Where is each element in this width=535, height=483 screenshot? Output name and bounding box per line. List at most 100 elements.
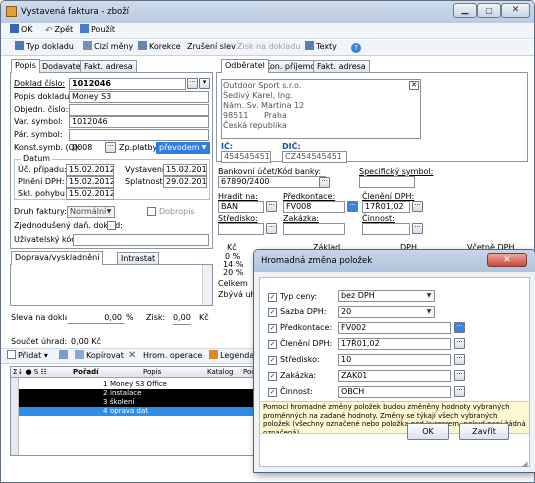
simplified-checkbox[interactable] [107, 221, 116, 230]
field-stredisko-lookup[interactable]: ··· [454, 354, 465, 365]
field-sazba-select[interactable]: 20 ▼ [338, 306, 435, 318]
dialog-close-button[interactable]: ✕ [487, 253, 527, 267]
field-predkont-lookup[interactable]: ··· [454, 322, 465, 333]
app-icon [6, 6, 17, 17]
edit-item-button[interactable] [59, 349, 70, 363]
foreign-currency-button[interactable]: Cizí měny [83, 40, 133, 54]
uc-date-input[interactable]: 15.02.2012 [66, 164, 114, 176]
predkont-input[interactable]: FV008 [283, 201, 345, 213]
ok-label: OK [21, 25, 33, 34]
payment-select[interactable]: převodem ▼ [156, 142, 210, 154]
due-date-input[interactable]: 29.02.2012 [163, 176, 207, 188]
texts-button[interactable]: Texty [305, 40, 337, 54]
field-typ-ceny-select[interactable]: bez DPH ▼ [338, 290, 435, 302]
var-symbol-input[interactable]: 1012046 [69, 116, 209, 128]
tab-doprava[interactable]: Doprava/vyskladnění [11, 251, 104, 265]
field-cinnost-checkbox[interactable]: ✓ [268, 388, 277, 397]
cleneni-input[interactable]: 17Ř01,02 [362, 201, 410, 213]
cleneni-lookup[interactable]: ··· [412, 201, 423, 212]
table-row[interactable]: 1 Money S3 Office [11, 380, 255, 389]
discount-input[interactable]: 0,00 [67, 312, 125, 324]
notes-area[interactable] [10, 264, 213, 306]
col-order-header[interactable]: Pořadí [73, 367, 99, 378]
vat-date-input[interactable]: 15.02.2012 [66, 176, 114, 188]
user-code-input[interactable] [73, 234, 209, 246]
table-row[interactable]: 2 instalace [11, 389, 255, 398]
const-symbol-lookup[interactable]: ··· [105, 142, 116, 153]
par-symbol-input[interactable] [69, 129, 209, 141]
cancel-discounts-label: Zrušení slev [187, 42, 236, 51]
field-predkont-input[interactable]: FV002 [338, 322, 451, 334]
field-stredisko-checkbox[interactable]: ✓ [268, 356, 277, 365]
field-zakazka-checkbox[interactable]: ✓ [268, 372, 277, 381]
field-zakazka-input[interactable]: ZAK01 [338, 370, 451, 382]
add-item-button[interactable]: Přidat ▾ [7, 349, 48, 363]
field-typ-ceny-checkbox[interactable]: ✓ [268, 293, 277, 302]
doc-type-button[interactable]: Typ dokladu [15, 40, 74, 54]
field-typ-ceny-value: bez DPH [341, 291, 375, 300]
field-cinnost-lookup[interactable]: ··· [454, 386, 465, 397]
ok-button[interactable]: OK [10, 23, 33, 37]
close-window-button[interactable]: ✕ [501, 3, 530, 18]
specsym-input[interactable] [359, 176, 415, 188]
order-input[interactable] [69, 104, 209, 116]
field-predkont-checkbox[interactable]: ✓ [268, 324, 277, 333]
table-row[interactable]: 4 oprava dat [11, 407, 255, 416]
ic-input[interactable]: 454545451 [221, 151, 271, 163]
help-icon[interactable]: ? [351, 43, 361, 53]
tab-odberatel[interactable]: Odběratel [221, 59, 269, 73]
const-symbol-input[interactable]: 0008 [69, 142, 103, 154]
dic-input[interactable]: CZ454545451 [282, 151, 347, 163]
col-desc-header[interactable]: Popis [143, 367, 161, 378]
field-sazba-checkbox[interactable]: ✓ [268, 308, 277, 317]
resize-grip-icon[interactable]: ◢ [522, 460, 527, 468]
issue-date-input[interactable]: 15.02.2012 [163, 164, 207, 176]
doc-number-menu[interactable]: ··· [187, 78, 198, 89]
doc-number-dropdown[interactable]: ▾ [199, 78, 210, 89]
notes-scrollbar[interactable] [202, 265, 212, 305]
stredisko-input[interactable] [218, 223, 264, 235]
field-zakazka-lookup[interactable]: ··· [454, 370, 465, 381]
cinnost-input[interactable] [362, 223, 410, 235]
hradit-input[interactable]: BAN [218, 201, 264, 213]
bank-lookup[interactable]: ··· [319, 177, 330, 188]
copy-item-button[interactable]: Kopírovat [75, 349, 124, 363]
predkont-lookup[interactable]: ··· [347, 201, 358, 212]
tab-doprava-label: Doprava/vyskladnění [15, 253, 100, 262]
dialog-ok-button[interactable]: OK [407, 423, 449, 440]
minimize-button[interactable]: ▁ [453, 3, 477, 18]
tab-popis[interactable]: Popis [11, 59, 40, 73]
address-clear-button[interactable]: ✕ [409, 81, 419, 90]
profit-button[interactable]: Zisk na dokladu [237, 40, 300, 54]
credit-note-checkbox[interactable] [147, 207, 156, 216]
legend-label: Legenda [220, 351, 255, 360]
table-row[interactable]: 3 školení [11, 398, 255, 407]
field-stredisko-input[interactable]: 10 [338, 354, 451, 366]
apply-button[interactable]: Použít [80, 23, 115, 37]
hradit-lookup[interactable]: ··· [266, 201, 277, 212]
field-cleneni-checkbox[interactable]: ✓ [268, 340, 277, 349]
doc-number-input[interactable]: 1012046 [69, 78, 186, 90]
bulk-ops-button[interactable]: Hrom. operace [143, 349, 202, 363]
col-catalog-header[interactable]: Katalog [207, 367, 233, 378]
delete-item-button[interactable]: ✕ [128, 349, 136, 363]
cinnost-lookup[interactable]: ··· [412, 223, 423, 234]
field-cinnost-input[interactable]: OBCH [338, 386, 451, 398]
cancel-discounts-button[interactable]: Zrušení slev [187, 40, 236, 54]
back-button[interactable]: ↶ Zpět [45, 23, 73, 37]
doc-desc-input[interactable]: Money S3 [69, 91, 209, 103]
payment-value: převodem [159, 143, 200, 152]
field-cleneni-input[interactable]: 17Ř01,02 [338, 338, 451, 350]
dialog-close-action-button[interactable]: Zavřít [459, 423, 509, 440]
maximize-button[interactable]: ▢ [477, 3, 501, 18]
stock-date-input[interactable]: 15.02.2012 [66, 188, 114, 200]
bank-input[interactable]: 67890/2400 [218, 176, 326, 188]
stredisko-lookup[interactable]: ··· [266, 223, 277, 234]
legend-icon [209, 350, 218, 359]
zakazka-input[interactable] [283, 223, 345, 235]
row-desc: Money S3 Office [110, 380, 167, 388]
correction-button[interactable]: Korekce [138, 40, 181, 54]
invoice-kind-select[interactable]: Normální ▼ [67, 206, 115, 218]
legend-button[interactable]: Legenda [209, 349, 254, 363]
field-cleneni-lookup[interactable]: ··· [454, 338, 465, 349]
